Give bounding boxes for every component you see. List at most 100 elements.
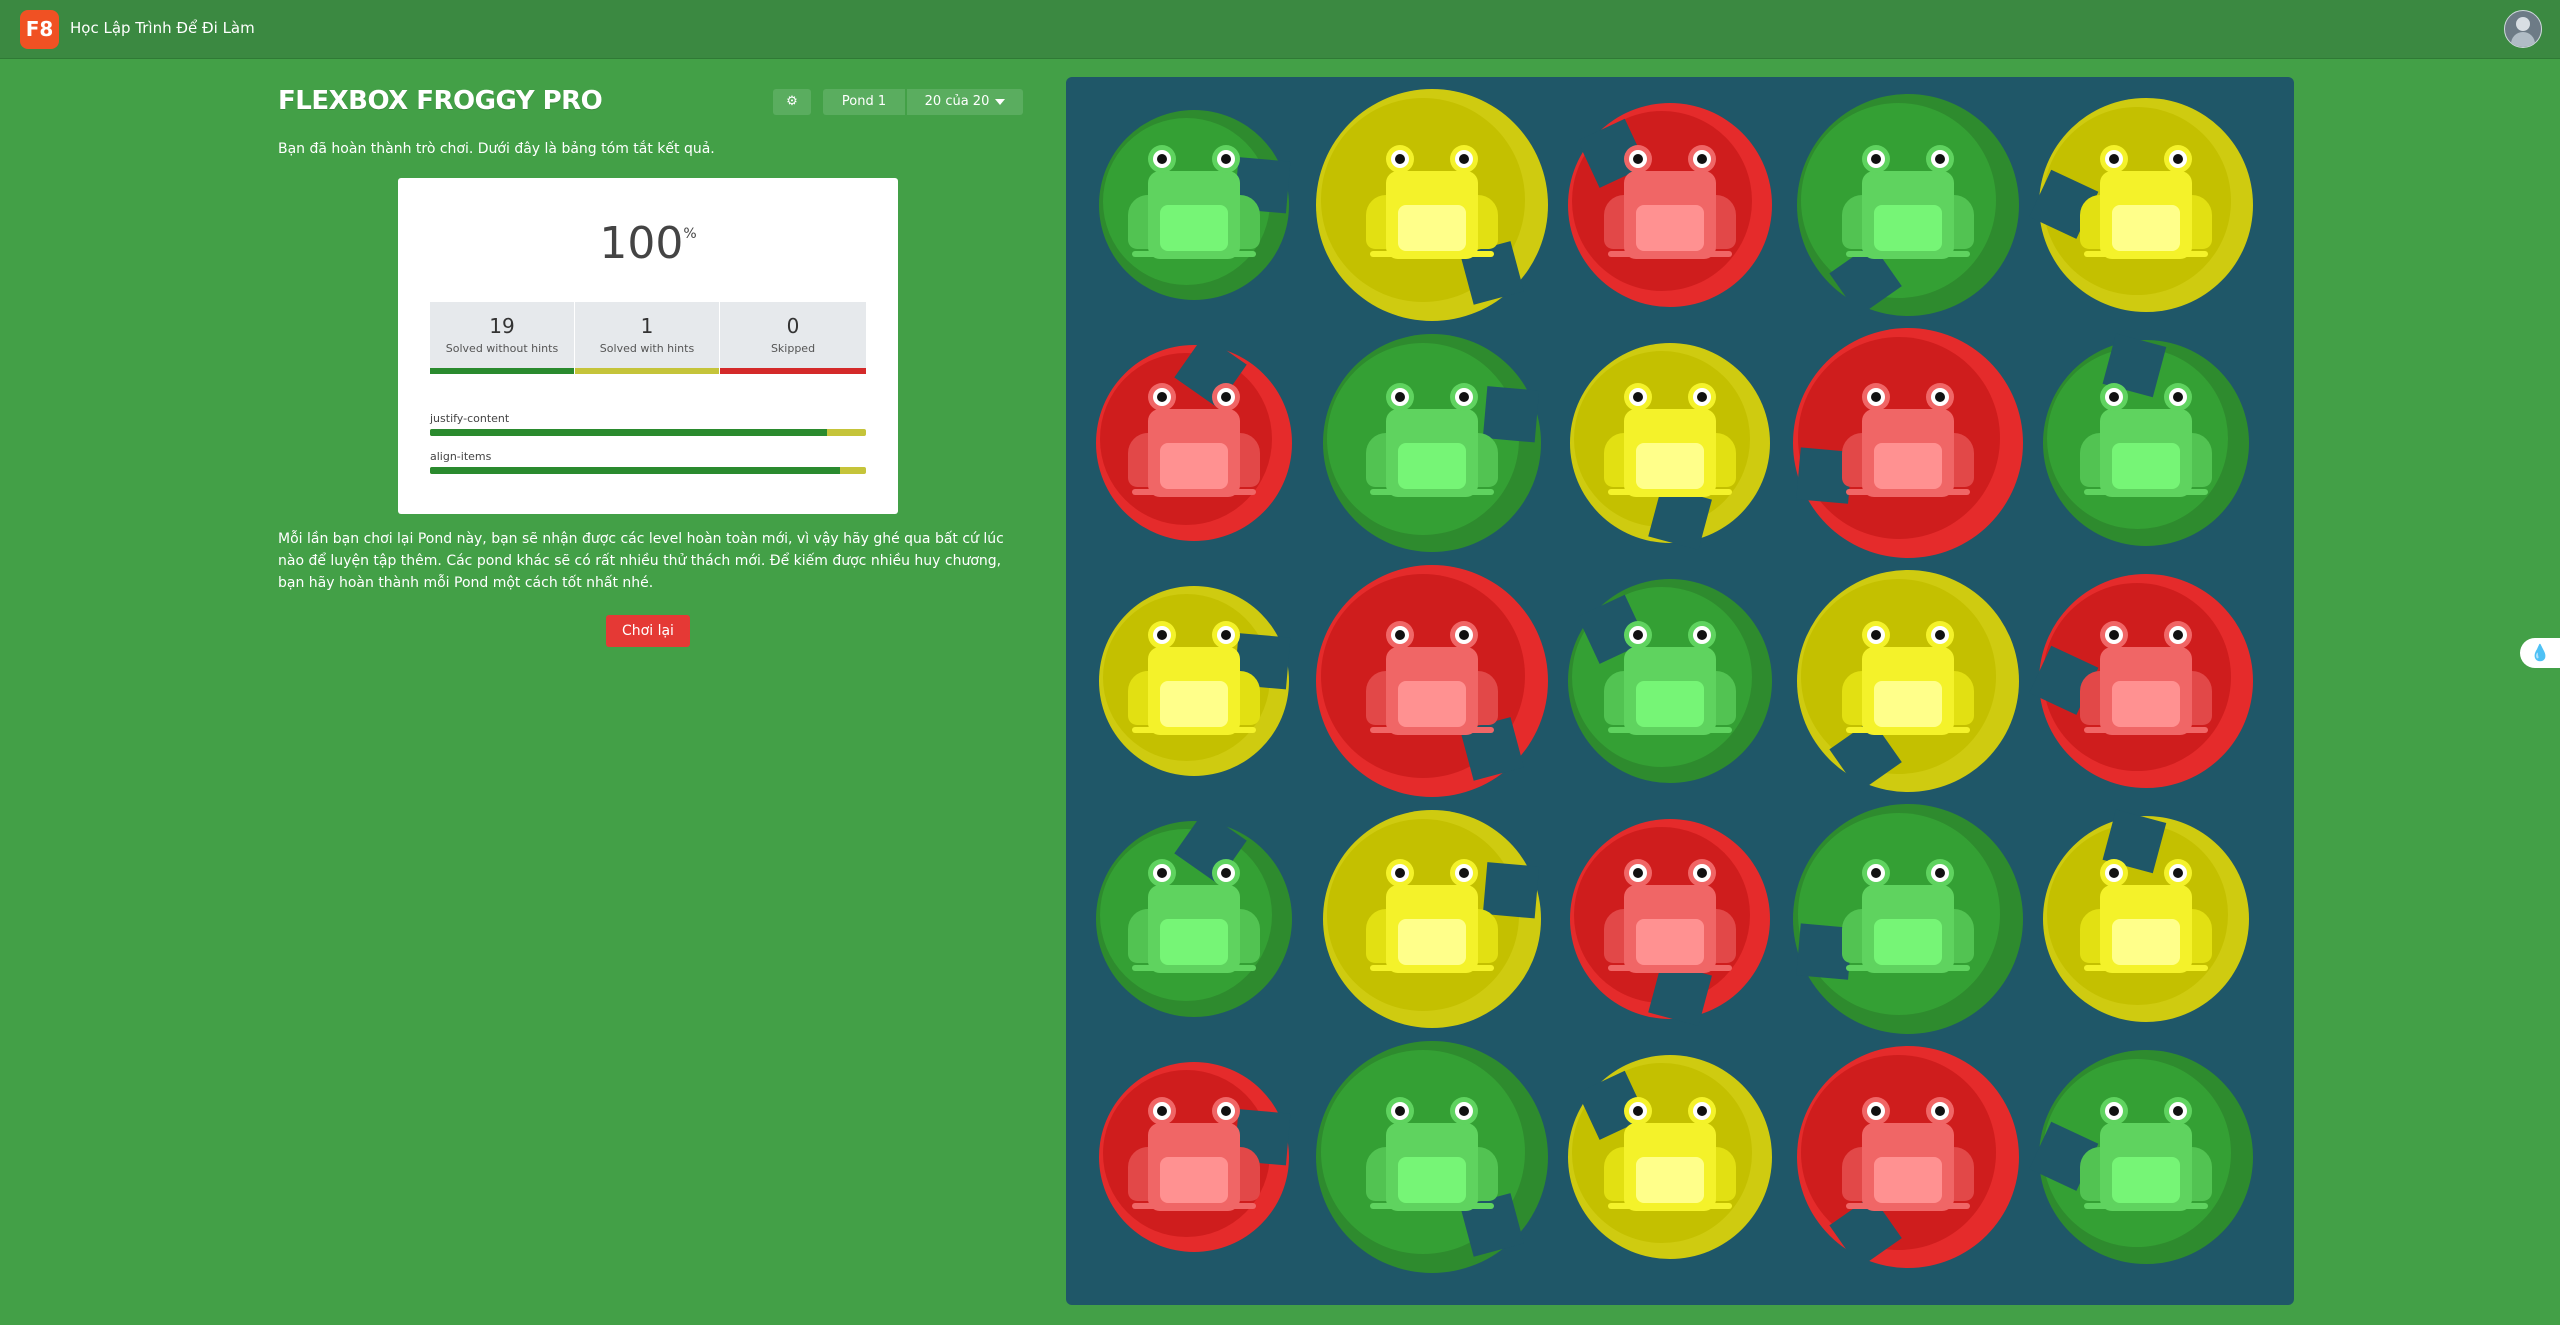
- green-frog: [1600, 621, 1740, 741]
- frog-belly: [2112, 443, 2180, 489]
- level-dropdown[interactable]: 20 của 20: [907, 89, 1023, 115]
- green-frog: [1124, 859, 1264, 979]
- frog-eye: [1926, 145, 1954, 173]
- green-frog: [1362, 1097, 1502, 1217]
- red-frog: [1124, 383, 1264, 503]
- settings-button[interactable]: ⚙: [773, 89, 811, 115]
- frog-eye: [1386, 383, 1414, 411]
- frog-feet: [2084, 727, 2208, 733]
- frog-feet: [2084, 251, 2208, 257]
- frog-eye: [1926, 859, 1954, 887]
- green-frog: [1838, 859, 1978, 979]
- score-unit: %: [683, 226, 697, 243]
- stat-value: 1: [640, 314, 654, 338]
- lily-pad-cell: [1074, 323, 1314, 563]
- lily-pad-cell: [1550, 799, 1790, 1039]
- score-value: 100: [599, 218, 684, 269]
- frog-feet: [2084, 965, 2208, 971]
- f8-logo[interactable]: F8: [20, 10, 59, 49]
- user-avatar[interactable]: [2504, 10, 2542, 48]
- green-frog: [2076, 383, 2216, 503]
- green-frog: [1362, 383, 1502, 503]
- frog-feet: [1846, 251, 1970, 257]
- frog-eye: [2100, 859, 2128, 887]
- lily-pad-cell: [1550, 1037, 1790, 1277]
- frog-eye: [1624, 1097, 1652, 1125]
- game-title: FLEXBOX FROGGY PRO: [278, 86, 603, 116]
- water-drop-icon: 💧: [2530, 643, 2550, 662]
- frog-eye: [1862, 621, 1890, 649]
- lily-pad-cell: [1074, 799, 1314, 1039]
- property-progress-bar: [430, 467, 866, 474]
- frog-feet: [1846, 1203, 1970, 1209]
- frog-eye: [1688, 383, 1716, 411]
- frog-eye: [1386, 621, 1414, 649]
- property-progress-fill: [430, 467, 840, 474]
- side-widget-button[interactable]: 💧: [2520, 638, 2560, 668]
- frog-belly: [1636, 919, 1704, 965]
- frog-eye: [1450, 1097, 1478, 1125]
- frog-belly: [1398, 919, 1466, 965]
- frog-belly: [1874, 1157, 1942, 1203]
- frog-eye: [1450, 145, 1478, 173]
- frog-eye: [2100, 1097, 2128, 1125]
- frog-feet: [1608, 489, 1732, 495]
- frog-eye: [1450, 383, 1478, 411]
- frog-eye: [1386, 859, 1414, 887]
- lily-pad-cell: [1550, 323, 1790, 563]
- gear-icon: ⚙: [786, 94, 798, 109]
- frog-belly: [1160, 205, 1228, 251]
- lily-pad-cell: [2026, 1037, 2266, 1277]
- stat-color-bar: [575, 368, 719, 374]
- frog-eye: [1212, 383, 1240, 411]
- frog-eye: [2164, 145, 2192, 173]
- frog-belly: [1874, 443, 1942, 489]
- stat-label: Solved without hints: [445, 342, 559, 355]
- frog-eye: [1624, 145, 1652, 173]
- frog-eye: [1926, 383, 1954, 411]
- completion-message: Bạn đã hoàn thành trò chơi. Dưới đây là …: [278, 141, 715, 157]
- property-progress-bar: [430, 429, 866, 436]
- frog-belly: [1636, 1157, 1704, 1203]
- frog-belly: [1398, 443, 1466, 489]
- red-frog: [1124, 1097, 1264, 1217]
- lily-pad-cell: [2026, 85, 2266, 325]
- yellow-frog: [1362, 145, 1502, 265]
- frog-feet: [1132, 251, 1256, 257]
- frog-eye: [1862, 145, 1890, 173]
- level-label: 20 của 20: [924, 94, 990, 109]
- lily-pad-cell: [2026, 799, 2266, 1039]
- yellow-frog: [2076, 145, 2216, 265]
- lily-pad-cell: [1788, 85, 2028, 325]
- stats-row: 19 Solved without hints 1 Solved with hi…: [430, 302, 866, 380]
- frog-feet: [1132, 727, 1256, 733]
- frog-eye: [1450, 621, 1478, 649]
- top-navbar: F8 Học Lập Trình Để Đi Làm: [0, 0, 2560, 59]
- frog-eye: [1624, 859, 1652, 887]
- frog-eye: [1386, 1097, 1414, 1125]
- lily-pad-cell: [1312, 799, 1552, 1039]
- frog-eye: [1148, 621, 1176, 649]
- red-frog: [2076, 621, 2216, 741]
- green-frog: [1124, 145, 1264, 265]
- lily-pad-cell: [1074, 85, 1314, 325]
- frog-eye: [2164, 859, 2192, 887]
- lily-pad-cell: [1550, 85, 1790, 325]
- lily-pad-cell: [1788, 799, 2028, 1039]
- red-frog: [1600, 859, 1740, 979]
- frog-eye: [2164, 383, 2192, 411]
- frog-eye: [1926, 621, 1954, 649]
- property-label: justify-content: [430, 412, 510, 425]
- stat-label: Skipped: [770, 342, 816, 355]
- frog-feet: [1846, 489, 1970, 495]
- pond-button[interactable]: Pond 1: [823, 89, 905, 115]
- stat-solved-without-hints: 19 Solved without hints: [430, 302, 574, 374]
- stat-value: 0: [786, 314, 800, 338]
- property-align-items: align-items: [430, 450, 866, 474]
- frog-belly: [1398, 681, 1466, 727]
- frog-eye: [1688, 621, 1716, 649]
- site-title[interactable]: Học Lập Trình Để Đi Làm: [70, 19, 255, 37]
- replay-button[interactable]: Chơi lại: [606, 615, 690, 647]
- frog-belly: [1874, 205, 1942, 251]
- frog-eye: [1148, 1097, 1176, 1125]
